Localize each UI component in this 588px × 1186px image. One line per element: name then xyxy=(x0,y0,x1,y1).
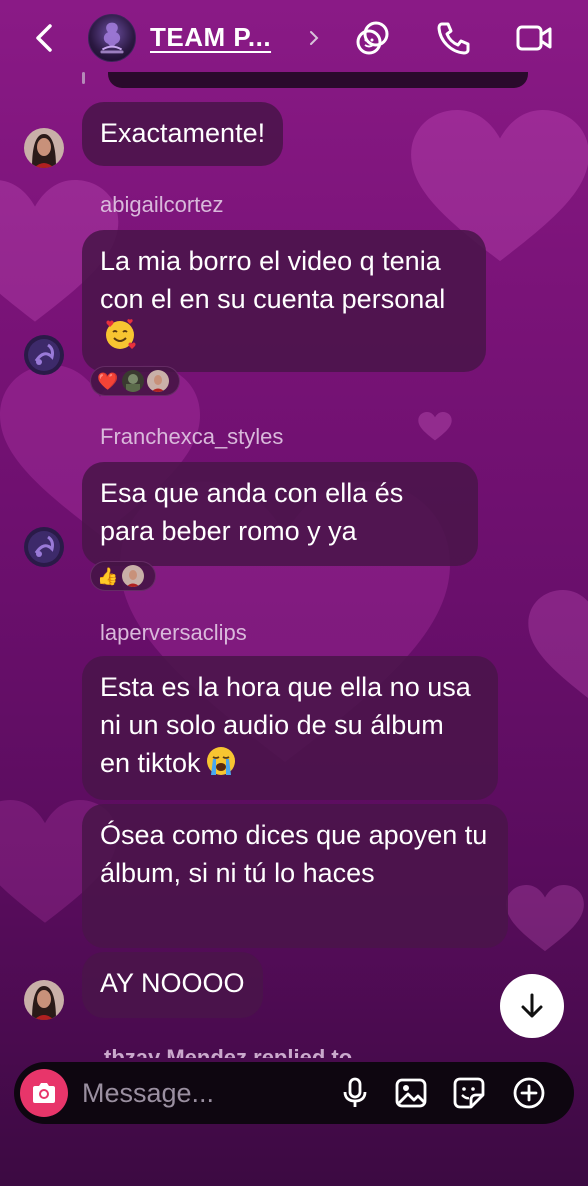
plus-circle-icon xyxy=(513,1077,545,1109)
message-text: La mia borro el video q tenia con el en … xyxy=(100,246,446,314)
thumbs-up-reaction: 👍 xyxy=(97,566,119,586)
heart-decoration xyxy=(418,412,452,442)
message-bubble[interactable]: Ósea como dices que apoyen tu álbum, si … xyxy=(82,804,508,948)
smiling-face-with-hearts-icon xyxy=(104,319,136,351)
avatar[interactable] xyxy=(24,335,64,375)
message-text: Esa que anda con ella és para beber romo… xyxy=(100,478,404,546)
reactions-bar[interactable]: 👍 xyxy=(90,561,156,591)
message-bubble[interactable]: Esa que anda con ella és para beber romo… xyxy=(82,462,478,566)
message-text: Esta es la hora que ella no usa ni un so… xyxy=(100,672,471,778)
message-bubble[interactable]: La mia borro el video q tenia con el en … xyxy=(82,230,486,372)
sticker-icon xyxy=(453,1077,485,1109)
chat-header: TEAM P... xyxy=(0,0,588,80)
message-text: Exactamente! xyxy=(100,118,266,148)
avatar[interactable] xyxy=(24,980,64,1020)
message-bubble[interactable]: AY NOOOO xyxy=(82,952,263,1018)
microphone-button[interactable] xyxy=(338,1076,372,1110)
message-bubble[interactable]: Esta es la hora que ella no usa ni un so… xyxy=(82,656,498,800)
message-bubble[interactable]: Exactamente! xyxy=(82,102,284,166)
back-icon xyxy=(36,24,52,52)
avatar[interactable] xyxy=(24,128,64,168)
back-button[interactable] xyxy=(30,20,60,56)
sticker-button[interactable] xyxy=(452,1076,486,1110)
reactions-bar[interactable]: ❤️ xyxy=(90,366,180,396)
message-input[interactable] xyxy=(82,1074,332,1112)
message-text: AY NOOOO xyxy=(100,968,245,998)
avatar[interactable] xyxy=(24,527,64,567)
sender-name: abigailcortez xyxy=(100,192,224,217)
avatar-scorpion-icon xyxy=(24,335,64,375)
avatar-woman-icon xyxy=(24,128,64,168)
camera-icon xyxy=(33,1083,55,1103)
sender-name: Franchexca_styles xyxy=(100,424,284,449)
group-avatar[interactable] xyxy=(88,14,136,62)
heart-reaction: ❤️ xyxy=(97,371,119,391)
previous-message-edge xyxy=(108,72,528,88)
effects-icon xyxy=(356,21,389,55)
message-text: Ósea como dices que apoyen tu álbum, si … xyxy=(100,820,488,888)
more-options-button[interactable] xyxy=(512,1076,546,1110)
gallery-icon xyxy=(395,1078,427,1108)
heart-decoration xyxy=(505,885,585,955)
gallery-button[interactable] xyxy=(394,1076,428,1110)
avatar-scorpion-icon xyxy=(24,527,64,567)
message-composer xyxy=(14,1062,574,1124)
arrow-down-icon xyxy=(521,993,543,1018)
scroll-indicator xyxy=(82,72,85,84)
video-icon xyxy=(516,25,552,51)
camera-button[interactable] xyxy=(20,1069,68,1117)
chevron-right-icon[interactable] xyxy=(308,28,320,48)
avatar-woman-icon xyxy=(24,980,64,1020)
effects-button[interactable] xyxy=(354,18,394,58)
reactor-avatar xyxy=(147,370,169,392)
reply-preview-text: tbzay Mendez replied to xyxy=(104,1045,353,1058)
phone-icon xyxy=(437,22,470,55)
loudly-crying-face-icon xyxy=(205,745,237,777)
reactor-avatar xyxy=(122,370,144,392)
heart-decoration xyxy=(525,590,588,710)
microphone-icon xyxy=(343,1077,367,1107)
video-call-button[interactable] xyxy=(514,18,554,58)
scroll-to-bottom-button[interactable] xyxy=(500,974,564,1038)
sender-name: laperversaclips xyxy=(100,620,247,645)
reactor-avatar xyxy=(122,565,144,587)
call-button[interactable] xyxy=(434,18,474,58)
chat-title[interactable]: TEAM P... xyxy=(150,22,271,53)
